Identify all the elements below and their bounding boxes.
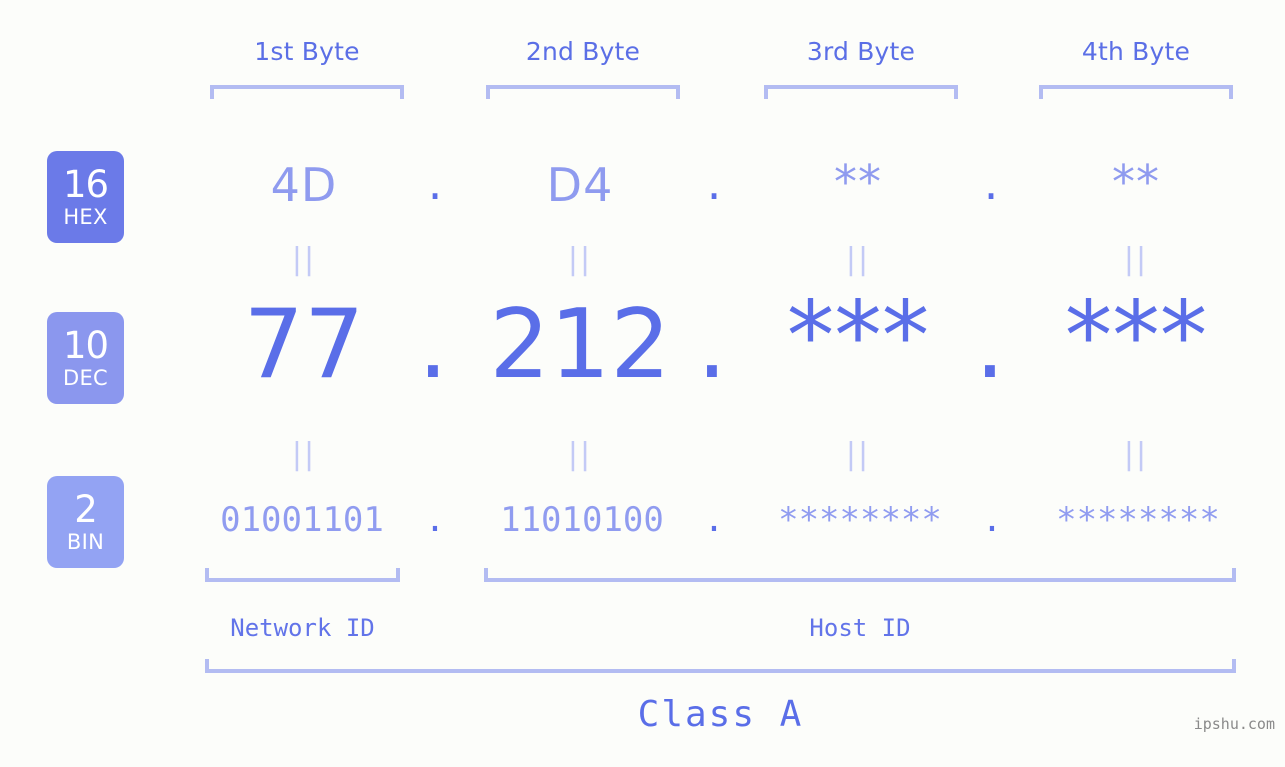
base-badge-bin: 2 BIN bbox=[47, 476, 124, 568]
equals-mark-dec-bin-1: || bbox=[291, 437, 317, 472]
equals-mark-hex-dec-1: || bbox=[291, 242, 317, 277]
equals-mark-hex-dec-2: || bbox=[567, 242, 593, 277]
base-badge-hex-number: 16 bbox=[62, 163, 109, 206]
hex-byte-1: 4D bbox=[270, 158, 338, 212]
watermark: ipshu.com bbox=[1193, 715, 1275, 733]
dec-separator-2: . bbox=[696, 290, 728, 400]
base-badge-hex-name: HEX bbox=[63, 205, 108, 229]
network-id-bracket bbox=[205, 568, 400, 582]
bin-byte-1: 01001101 bbox=[220, 500, 384, 540]
dec-separator-1: . bbox=[417, 290, 449, 400]
host-id-bracket bbox=[484, 568, 1236, 582]
base-badge-dec-name: DEC bbox=[62, 366, 108, 390]
hex-separator-1: . bbox=[427, 156, 443, 210]
ip-address-breakdown-diagram: 1st Byte 2nd Byte 3rd Byte 4th Byte 16 H… bbox=[0, 0, 1285, 767]
host-id-label: Host ID bbox=[809, 614, 911, 642]
equals-mark-hex-dec-3: || bbox=[845, 242, 871, 277]
base-badge-bin-name: BIN bbox=[66, 530, 105, 554]
byte-header-label-1: 1st Byte bbox=[254, 37, 360, 66]
byte-header-label-4: 4th Byte bbox=[1081, 37, 1191, 66]
base-badge-dec-number: 10 bbox=[62, 324, 109, 367]
byte-header-label-2: 2nd Byte bbox=[525, 37, 641, 66]
bin-byte-3: ******** bbox=[778, 500, 942, 540]
bin-separator-2: . bbox=[703, 500, 725, 540]
dec-separator-3: . bbox=[974, 290, 1006, 400]
base-badge-hex: 16 HEX bbox=[47, 151, 124, 243]
base-badge-dec: 10 DEC bbox=[47, 312, 124, 404]
hex-byte-4: ** bbox=[1112, 155, 1160, 209]
byte-bracket-1 bbox=[210, 85, 404, 99]
byte-bracket-3 bbox=[764, 85, 958, 99]
dec-byte-2: 212 bbox=[489, 290, 671, 400]
hex-separator-3: . bbox=[983, 156, 999, 210]
base-badge-bin-number: 2 bbox=[74, 488, 98, 531]
equals-mark-dec-bin-4: || bbox=[1123, 437, 1149, 472]
bin-byte-4: ******** bbox=[1056, 500, 1220, 540]
dec-byte-4: *** bbox=[1064, 282, 1208, 392]
byte-bracket-4 bbox=[1039, 85, 1233, 99]
network-id-label: Network ID bbox=[230, 614, 375, 642]
hex-byte-2: D4 bbox=[546, 158, 614, 212]
hex-separator-2: . bbox=[706, 156, 722, 210]
bin-byte-2: 11010100 bbox=[500, 500, 664, 540]
byte-header-label-3: 3rd Byte bbox=[806, 37, 916, 66]
byte-bracket-2 bbox=[486, 85, 680, 99]
class-bracket bbox=[205, 659, 1236, 673]
bin-separator-3: . bbox=[981, 500, 1003, 540]
equals-mark-dec-bin-2: || bbox=[567, 437, 593, 472]
bin-separator-1: . bbox=[424, 500, 446, 540]
equals-mark-dec-bin-3: || bbox=[845, 437, 871, 472]
dec-byte-3: *** bbox=[786, 282, 930, 392]
hex-byte-3: ** bbox=[834, 155, 882, 209]
dec-byte-1: 77 bbox=[243, 290, 365, 400]
equals-mark-hex-dec-4: || bbox=[1123, 242, 1149, 277]
